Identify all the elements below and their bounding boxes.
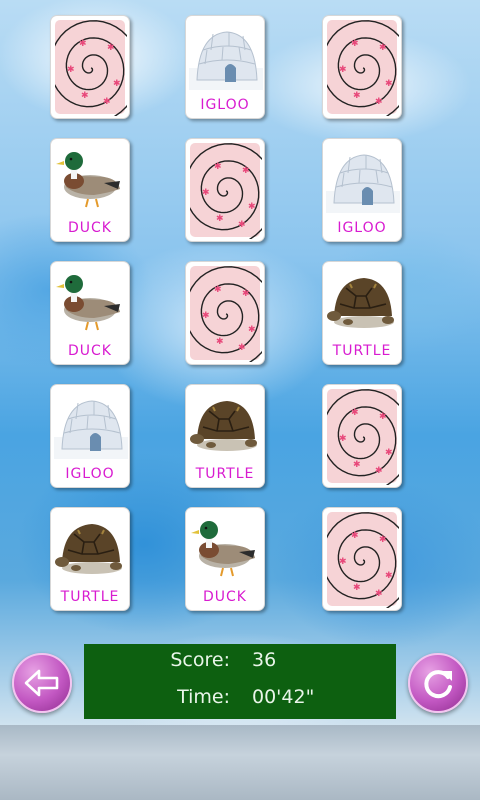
svg-text:✱: ✱ [385, 448, 393, 458]
svg-text:✱: ✱ [216, 214, 224, 224]
time-value: 00'42" [252, 686, 315, 708]
svg-text:✱: ✱ [339, 557, 347, 567]
svg-text:✱: ✱ [339, 434, 347, 444]
svg-text:✱: ✱ [248, 325, 256, 335]
svg-text:✱: ✱ [351, 531, 359, 541]
svg-text:✱: ✱ [238, 343, 246, 353]
card-label: TURTLE [195, 466, 255, 482]
igloo-icon [54, 400, 128, 459]
card-turtle[interactable]: TURTLE [185, 384, 265, 488]
svg-text:✱: ✱ [202, 311, 210, 321]
card-turtle[interactable]: TURTLE [50, 507, 130, 611]
turtle-icon [55, 524, 122, 574]
svg-text:✱: ✱ [79, 39, 87, 49]
igloo-icon [326, 154, 400, 213]
svg-text:✱: ✱ [351, 408, 359, 418]
svg-text:✱: ✱ [379, 535, 387, 545]
score-label: Score: [170, 649, 230, 671]
svg-text:✱: ✱ [385, 571, 393, 581]
svg-text:✱: ✱ [375, 466, 383, 476]
svg-text:✱: ✱ [103, 97, 111, 107]
svg-text:✱: ✱ [238, 220, 246, 230]
svg-text:✱: ✱ [81, 91, 89, 101]
svg-text:✱: ✱ [67, 65, 75, 75]
bottom-floor [0, 725, 480, 800]
svg-text:✱: ✱ [379, 412, 387, 422]
card-label: IGLOO [65, 466, 115, 482]
spiral-pattern-icon: ✱ ✱ ✱ ✱ ✱ ✱ [327, 20, 399, 116]
svg-text:✱: ✱ [353, 91, 361, 101]
svg-text:✱: ✱ [351, 39, 359, 49]
card-label: DUCK [203, 589, 247, 605]
svg-text:✱: ✱ [339, 65, 347, 75]
card-turtle[interactable]: TURTLE [322, 261, 402, 365]
svg-text:✱: ✱ [248, 202, 256, 212]
card-igloo[interactable]: IGLOO [185, 15, 265, 119]
spiral-pattern-icon: ✱ ✱ ✱ ✱ ✱ ✱ [190, 143, 262, 239]
card-label: IGLOO [337, 220, 387, 236]
time-label: Time: [177, 686, 230, 708]
back-button[interactable] [12, 653, 72, 713]
turtle-icon [327, 278, 394, 328]
card-label: TURTLE [332, 343, 392, 359]
card-face-down[interactable]: ✱ ✱ ✱ ✱ ✱ ✱ [50, 15, 130, 119]
card-label: DUCK [68, 343, 112, 359]
svg-text:✱: ✱ [107, 43, 115, 53]
card-face-down[interactable]: ✱ ✱ ✱ ✱ ✱ ✱ [322, 384, 402, 488]
card-face-down[interactable]: ✱ ✱ ✱ ✱ ✱ ✱ [322, 507, 402, 611]
svg-text:✱: ✱ [375, 589, 383, 599]
svg-text:✱: ✱ [214, 285, 222, 295]
card-face-down[interactable]: ✱ ✱ ✱ ✱ ✱ ✱ [185, 261, 265, 365]
duck-icon [56, 275, 120, 331]
svg-text:✱: ✱ [214, 162, 222, 172]
svg-text:✱: ✱ [353, 460, 361, 470]
card-grid: ✱ ✱ ✱ ✱ ✱ ✱ IGLOO ✱ ✱ ✱ ✱ ✱ ✱ DUCK ✱ ✱ ✱… [0, 0, 480, 640]
svg-text:✱: ✱ [202, 188, 210, 198]
svg-text:✱: ✱ [242, 289, 250, 299]
card-igloo[interactable]: IGLOO [50, 384, 130, 488]
score-value: 36 [252, 649, 277, 671]
svg-text:✱: ✱ [242, 166, 250, 176]
card-duck[interactable]: DUCK [185, 507, 265, 611]
spiral-pattern-icon: ✱ ✱ ✱ ✱ ✱ ✱ [55, 20, 127, 116]
restart-icon [424, 670, 452, 699]
spiral-pattern-icon: ✱ ✱ ✱ ✱ ✱ ✱ [327, 389, 399, 485]
svg-text:✱: ✱ [379, 43, 387, 53]
card-label: IGLOO [200, 97, 250, 113]
card-face-down[interactable]: ✱ ✱ ✱ ✱ ✱ ✱ [322, 15, 402, 119]
duck-icon [56, 152, 120, 208]
card-igloo[interactable]: IGLOO [322, 138, 402, 242]
card-label: DUCK [68, 220, 112, 236]
svg-text:✱: ✱ [385, 79, 393, 89]
spiral-pattern-icon: ✱ ✱ ✱ ✱ ✱ ✱ [327, 512, 399, 608]
svg-text:✱: ✱ [113, 79, 121, 89]
card-label: TURTLE [60, 589, 120, 605]
svg-text:✱: ✱ [216, 337, 224, 347]
back-arrow-icon [24, 669, 59, 697]
card-duck[interactable]: DUCK [50, 261, 130, 365]
turtle-icon [190, 401, 257, 451]
svg-text:✱: ✱ [375, 97, 383, 107]
spiral-pattern-icon: ✱ ✱ ✱ ✱ ✱ ✱ [190, 266, 262, 362]
restart-button[interactable] [408, 653, 468, 713]
card-duck[interactable]: DUCK [50, 138, 130, 242]
score-panel: Score: 36 Time: 00'42" [84, 644, 396, 719]
duck-icon [191, 521, 255, 577]
igloo-icon [189, 31, 263, 90]
svg-text:✱: ✱ [353, 583, 361, 593]
card-face-down[interactable]: ✱ ✱ ✱ ✱ ✱ ✱ [185, 138, 265, 242]
